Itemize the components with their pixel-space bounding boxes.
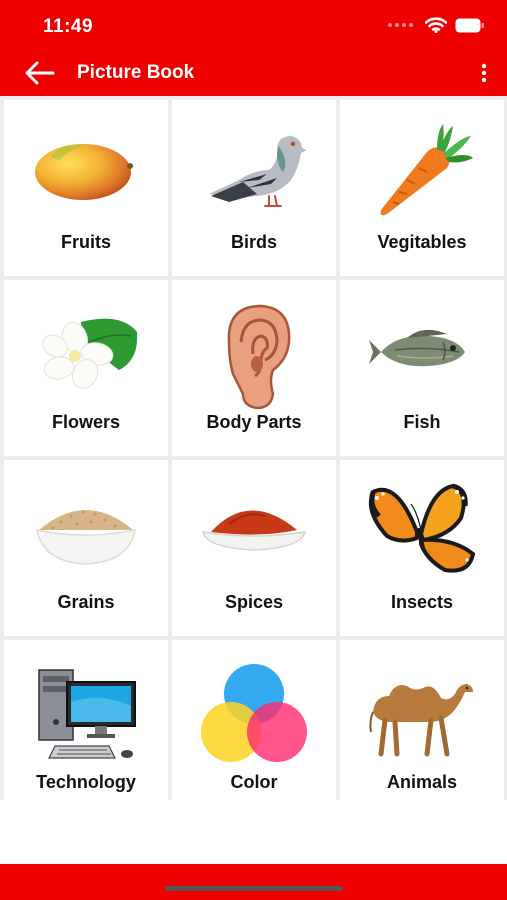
category-tile-body-parts[interactable]: Body Parts (172, 280, 336, 456)
more-vertical-icon (481, 63, 487, 83)
computer-image (38, 669, 136, 759)
jasmine-flower-image (42, 318, 138, 390)
category-label: Fish (403, 412, 441, 432)
status-time: 11:49 (43, 16, 94, 37)
category-label: Body Parts (206, 412, 302, 432)
butterfly-image (368, 483, 476, 573)
color-circles-image (201, 664, 307, 762)
grains-bowl-image (36, 510, 136, 565)
camel-image (369, 684, 473, 757)
more-menu-button[interactable] (477, 61, 491, 85)
category-tile-birds[interactable]: Birds (172, 100, 336, 276)
category-label: Spices (224, 592, 284, 612)
carrot-image (380, 124, 473, 216)
home-indicator[interactable] (165, 886, 343, 891)
category-label: Vegitables (377, 232, 467, 252)
bottom-bar (0, 864, 507, 900)
status-icons (388, 17, 485, 33)
category-tile-grains[interactable]: Grains (4, 460, 168, 636)
category-grid-area: Fruits Birds Vegitables Flowers Body Par… (0, 96, 507, 800)
mango-image (35, 144, 133, 200)
category-tile-color[interactable]: Color (172, 640, 336, 800)
category-label: Fruits (60, 232, 111, 252)
category-label: Technology (36, 772, 136, 792)
spice-bowl-image (201, 510, 307, 551)
battery-icon (455, 18, 484, 32)
category-tile-fruits[interactable]: Fruits (4, 100, 168, 276)
category-tile-flowers[interactable]: Flowers (4, 280, 168, 456)
category-label: Color (230, 772, 278, 792)
page-title: Picture Book (77, 62, 195, 83)
back-arrow-icon (25, 61, 55, 85)
category-tile-technology[interactable]: Technology (4, 640, 168, 800)
category-grid: Fruits Birds Vegitables Flowers Body Par… (4, 100, 504, 800)
ear-image (227, 304, 291, 410)
category-tile-vegitables[interactable]: Vegitables (340, 100, 504, 276)
category-label: Grains (57, 592, 115, 612)
category-label: Insects (390, 592, 454, 612)
wifi-icon (425, 17, 447, 33)
status-bar: 11:49 (0, 0, 507, 50)
fish-image (369, 329, 465, 367)
category-tile-spices[interactable]: Spices (172, 460, 336, 636)
category-label: Animals (386, 772, 458, 792)
back-button[interactable] (24, 60, 56, 86)
category-tile-fish[interactable]: Fish (340, 280, 504, 456)
content-blank-area (0, 800, 507, 864)
category-label: Birds (230, 232, 277, 252)
category-tile-insects[interactable]: Insects (340, 460, 504, 636)
pigeon-image (209, 136, 307, 207)
cellular-dots-icon (388, 23, 413, 27)
category-label: Flowers (51, 412, 121, 432)
app-bar: Picture Book (0, 50, 507, 96)
category-tile-animals[interactable]: Animals (340, 640, 504, 800)
